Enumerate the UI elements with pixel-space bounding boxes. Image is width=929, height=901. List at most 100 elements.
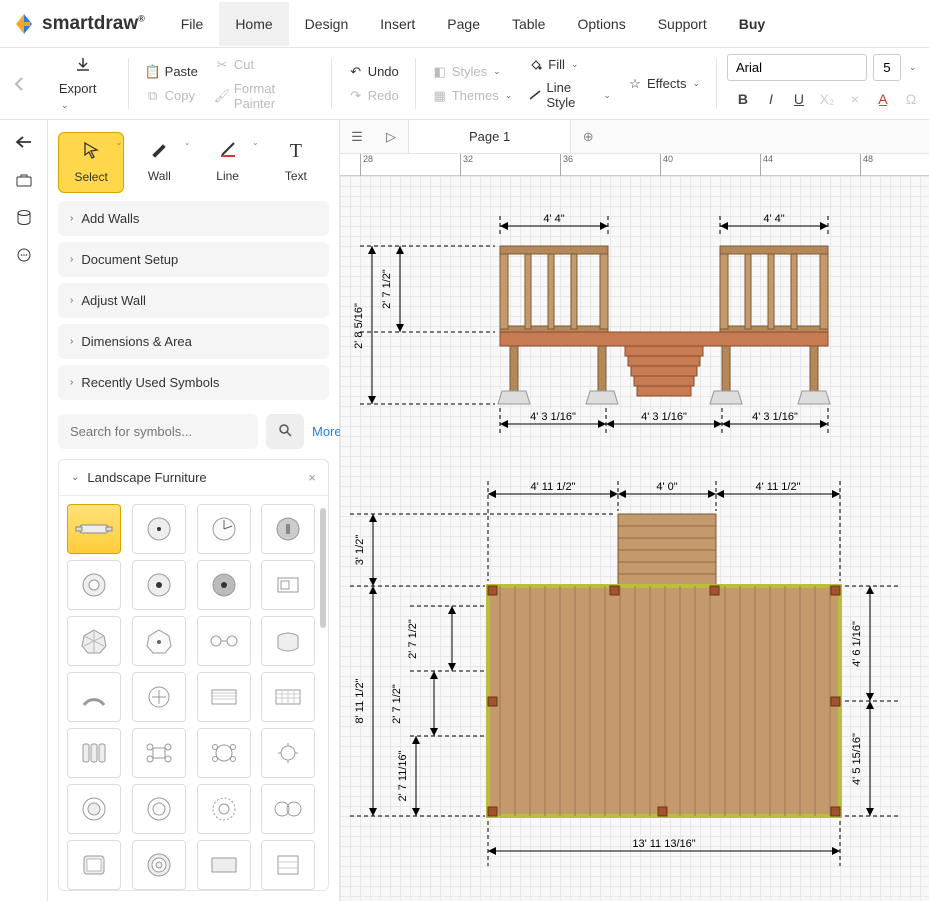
symbol-item[interactable] bbox=[261, 728, 315, 778]
styles-button[interactable]: ◧ Styles⌄ bbox=[426, 61, 519, 83]
menu-insert[interactable]: Insert bbox=[364, 2, 431, 46]
symbol-item[interactable] bbox=[261, 672, 315, 722]
symbol-item[interactable] bbox=[197, 560, 251, 610]
font-size-input[interactable] bbox=[873, 54, 901, 81]
menu-support[interactable]: Support bbox=[642, 2, 723, 46]
line-dropdown[interactable]: ⌄ bbox=[252, 138, 259, 147]
symbol-item[interactable] bbox=[261, 560, 315, 610]
copy-icon: ⧉ bbox=[145, 88, 161, 104]
omega-button[interactable]: Ω bbox=[903, 91, 919, 107]
acc-document-setup[interactable]: ›Document Setup bbox=[58, 242, 329, 277]
symbol-item[interactable] bbox=[197, 616, 251, 666]
database-icon[interactable] bbox=[14, 208, 34, 228]
canvas[interactable]: 4' 4" 4' 4" 2' bbox=[340, 176, 929, 901]
symbol-item[interactable] bbox=[197, 840, 251, 890]
symbol-item[interactable] bbox=[261, 840, 315, 890]
svg-text:2' 7 1/2": 2' 7 1/2" bbox=[381, 269, 393, 309]
format-painter-button[interactable]: 🖌 Format Painter bbox=[208, 78, 321, 114]
menu-table[interactable]: Table bbox=[496, 2, 561, 46]
chevron-down-icon[interactable]: ⌄ bbox=[71, 472, 79, 483]
menu-page[interactable]: Page bbox=[431, 2, 496, 46]
page-tab-1[interactable]: Page 1 bbox=[408, 120, 571, 153]
menu-design[interactable]: Design bbox=[289, 2, 365, 46]
text-format-tools: B I U X₂ × A̲ Ω bbox=[727, 87, 919, 107]
menu-file[interactable]: File bbox=[165, 2, 220, 46]
menu-buy[interactable]: Buy bbox=[723, 2, 781, 46]
themes-button[interactable]: ▦ Themes⌄ bbox=[426, 85, 519, 107]
symbol-item[interactable] bbox=[67, 672, 121, 722]
redo-label: Redo bbox=[368, 88, 399, 103]
acc-adjust-wall[interactable]: ›Adjust Wall bbox=[58, 283, 329, 318]
symbol-item[interactable] bbox=[132, 560, 186, 610]
symbol-item[interactable] bbox=[67, 728, 121, 778]
symbol-item[interactable] bbox=[132, 784, 186, 834]
line-style-button[interactable]: Line Style⌄ bbox=[522, 77, 617, 113]
menu-home[interactable]: Home bbox=[219, 2, 288, 46]
symbol-item[interactable] bbox=[67, 784, 121, 834]
acc-recent-symbols[interactable]: ›Recently Used Symbols bbox=[58, 365, 329, 400]
menu-options[interactable]: Options bbox=[561, 2, 641, 46]
symbol-item[interactable] bbox=[261, 504, 315, 554]
ruler-horizontal: 28 32 36 40 44 48 bbox=[340, 154, 929, 176]
scrollbar[interactable] bbox=[320, 508, 326, 628]
acc-add-walls[interactable]: ›Add Walls bbox=[58, 201, 329, 236]
symbol-item[interactable] bbox=[67, 840, 121, 890]
play-icon[interactable]: ▷ bbox=[374, 129, 408, 145]
text-icon: T bbox=[290, 140, 302, 163]
underline-button[interactable]: U bbox=[791, 91, 807, 107]
symbol-item[interactable] bbox=[67, 504, 121, 554]
symbol-item[interactable] bbox=[132, 672, 186, 722]
svg-text:4' 0": 4' 0" bbox=[656, 481, 677, 493]
paste-button[interactable]: 📋 Paste bbox=[139, 61, 204, 83]
symbol-item[interactable] bbox=[132, 840, 186, 890]
back-icon[interactable] bbox=[14, 132, 34, 152]
symbol-item[interactable] bbox=[197, 672, 251, 722]
symbol-item[interactable] bbox=[132, 504, 186, 554]
svg-text:4' 3 1/16": 4' 3 1/16" bbox=[752, 411, 798, 423]
themes-label: Themes bbox=[452, 88, 499, 103]
undo-button[interactable]: ↶ Undo bbox=[342, 61, 405, 83]
symbol-item[interactable] bbox=[197, 728, 251, 778]
font-color-button[interactable]: A̲ bbox=[875, 91, 891, 107]
symbol-item[interactable] bbox=[261, 784, 315, 834]
effects-button[interactable]: ☆ Effects⌄ bbox=[621, 73, 706, 95]
add-page-button[interactable]: ⊕ bbox=[571, 129, 605, 145]
wall-dropdown[interactable]: ⌄ bbox=[184, 138, 191, 147]
select-dropdown[interactable]: ⌄ bbox=[116, 138, 123, 147]
symbol-item[interactable] bbox=[67, 560, 121, 610]
close-icon[interactable]: × bbox=[308, 470, 316, 485]
outline-icon[interactable]: ☰ bbox=[340, 129, 374, 145]
tool-text[interactable]: T Text bbox=[263, 132, 329, 193]
cut-button[interactable]: ✂ Cut bbox=[208, 54, 321, 76]
chat-icon[interactable] bbox=[14, 246, 34, 266]
cut-label: Cut bbox=[234, 57, 254, 72]
symbol-item[interactable] bbox=[197, 784, 251, 834]
fill-button[interactable]: Fill⌄ bbox=[522, 54, 617, 75]
paste-label: Paste bbox=[165, 64, 198, 79]
symbol-item[interactable] bbox=[132, 616, 186, 666]
copy-button[interactable]: ⧉ Copy bbox=[139, 85, 204, 107]
ruler-tick: 48 bbox=[863, 154, 873, 164]
tool-line[interactable]: Line bbox=[195, 132, 261, 193]
redo-button[interactable]: ↷ Redo bbox=[342, 85, 405, 107]
toolbox-icon[interactable] bbox=[14, 170, 34, 190]
symbol-item[interactable] bbox=[67, 616, 121, 666]
ribbon-back[interactable] bbox=[0, 48, 39, 119]
strikethrough-button[interactable]: × bbox=[847, 91, 863, 107]
subscript-button[interactable]: X₂ bbox=[819, 91, 835, 107]
tool-wall[interactable]: Wall bbox=[126, 132, 192, 193]
symbol-item[interactable] bbox=[261, 616, 315, 666]
acc-dimensions-area[interactable]: ›Dimensions & Area bbox=[58, 324, 329, 359]
export-button[interactable]: Export ⌄ bbox=[49, 52, 118, 115]
font-size-dropdown[interactable]: ⌄ bbox=[909, 62, 917, 73]
search-input[interactable] bbox=[58, 414, 258, 449]
symbol-item[interactable] bbox=[132, 728, 186, 778]
italic-button[interactable]: I bbox=[763, 91, 779, 107]
svg-text:4' 3 1/16": 4' 3 1/16" bbox=[530, 411, 576, 423]
svg-text:4' 5 15/16": 4' 5 15/16" bbox=[851, 733, 863, 785]
bold-button[interactable]: B bbox=[735, 91, 751, 107]
font-family-select[interactable] bbox=[727, 54, 867, 81]
symbol-item[interactable] bbox=[197, 504, 251, 554]
search-button[interactable] bbox=[266, 414, 304, 449]
tool-select[interactable]: Select bbox=[58, 132, 124, 193]
